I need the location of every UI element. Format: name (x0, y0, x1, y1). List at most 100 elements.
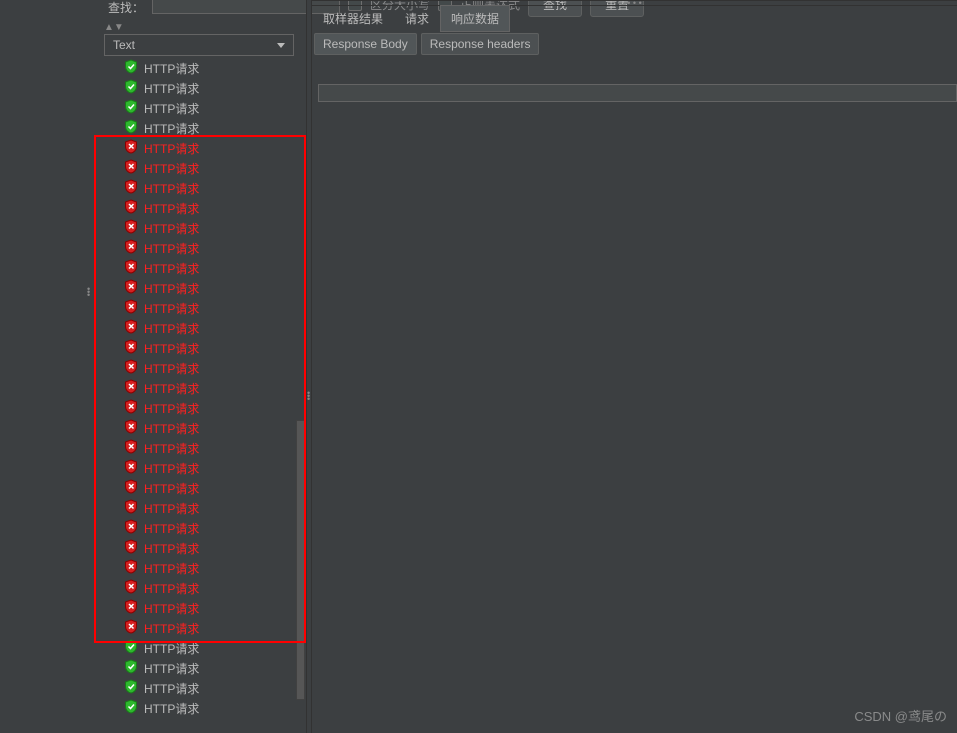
shield-error-icon (124, 619, 138, 637)
response-body-area[interactable] (318, 84, 957, 102)
tree-item-label: HTTP请求 (144, 400, 199, 417)
tree-item[interactable]: HTTP请求 (94, 698, 306, 718)
grip-handle-icon[interactable]: ••• (87, 288, 90, 297)
shield-error-icon (124, 139, 138, 157)
shield-ok-icon (124, 59, 138, 77)
shield-error-icon (124, 279, 138, 297)
watermark: CSDN @鸢尾の (854, 706, 947, 725)
tree-item[interactable]: HTTP请求 (94, 498, 306, 518)
tree-item[interactable]: HTTP请求 (94, 418, 306, 438)
shield-error-icon (124, 379, 138, 397)
shield-error-icon (124, 499, 138, 517)
tree-item[interactable]: HTTP请求 (94, 58, 306, 78)
shield-error-icon (124, 319, 138, 337)
shield-error-icon (124, 219, 138, 237)
tree-item[interactable]: HTTP请求 (94, 178, 306, 198)
tree-item[interactable]: HTTP请求 (94, 278, 306, 298)
tree-item-label: HTTP请求 (144, 540, 199, 557)
shield-error-icon (124, 199, 138, 217)
tree-item-label: HTTP请求 (144, 660, 199, 677)
tree-item[interactable]: HTTP请求 (94, 218, 306, 238)
tree-item-label: HTTP请求 (144, 620, 199, 637)
tree-item-label: HTTP请求 (144, 340, 199, 357)
tree-item[interactable]: HTTP请求 (94, 618, 306, 638)
tree-item-label: HTTP请求 (144, 600, 199, 617)
tree-item[interactable]: HTTP请求 (94, 578, 306, 598)
tree-item[interactable]: HTTP请求 (94, 318, 306, 338)
shield-error-icon (124, 179, 138, 197)
tree-item-label: HTTP请求 (144, 440, 199, 457)
tree-item[interactable]: HTTP请求 (94, 78, 306, 98)
tree-item-label: HTTP请求 (144, 700, 199, 717)
shield-error-icon (124, 599, 138, 617)
results-tree[interactable]: HTTP请求HTTP请求HTTP请求HTTP请求HTTP请求HTTP请求HTTP… (94, 58, 306, 733)
shield-ok-icon (124, 119, 138, 137)
subtab-response-headers[interactable]: Response headers (421, 33, 540, 55)
tree-item-label: HTTP请求 (144, 680, 199, 697)
shield-error-icon (124, 299, 138, 317)
sort-toggle[interactable]: ▲▼ (104, 22, 124, 33)
shield-error-icon (124, 479, 138, 497)
scrollbar-thumb[interactable] (296, 420, 305, 700)
shield-error-icon (124, 559, 138, 577)
shield-ok-icon (124, 699, 138, 717)
shield-ok-icon (124, 659, 138, 677)
tree-item-label: HTTP请求 (144, 520, 199, 537)
shield-error-icon (124, 339, 138, 357)
tree-item-label: HTTP请求 (144, 160, 199, 177)
shield-ok-icon (124, 679, 138, 697)
shield-ok-icon (124, 639, 138, 657)
tree-item[interactable]: HTTP请求 (94, 478, 306, 498)
tree-item-label: HTTP请求 (144, 60, 199, 77)
tree-item-label: HTTP请求 (144, 280, 199, 297)
tree-item-label: HTTP请求 (144, 260, 199, 277)
shield-error-icon (124, 239, 138, 257)
tree-scrollbar[interactable] (296, 420, 305, 730)
tree-item-label: HTTP请求 (144, 580, 199, 597)
tree-item[interactable]: HTTP请求 (94, 118, 306, 138)
shield-ok-icon (124, 79, 138, 97)
tree-item[interactable]: HTTP请求 (94, 438, 306, 458)
tree-item-label: HTTP请求 (144, 320, 199, 337)
tree-item[interactable]: HTTP请求 (94, 398, 306, 418)
tree-item-label: HTTP请求 (144, 460, 199, 477)
tree-item[interactable]: HTTP请求 (94, 238, 306, 258)
shield-error-icon (124, 399, 138, 417)
tree-item[interactable]: HTTP请求 (94, 538, 306, 558)
shield-error-icon (124, 359, 138, 377)
format-dropdown[interactable]: Text (104, 34, 294, 56)
tree-item[interactable]: HTTP请求 (94, 138, 306, 158)
tree-item[interactable]: HTTP请求 (94, 258, 306, 278)
tree-item[interactable]: HTTP请求 (94, 338, 306, 358)
tree-item[interactable]: HTTP请求 (94, 658, 306, 678)
tree-item-label: HTTP请求 (144, 140, 199, 157)
tree-item[interactable]: HTTP请求 (94, 638, 306, 658)
shield-error-icon (124, 519, 138, 537)
shield-error-icon (124, 419, 138, 437)
shield-error-icon (124, 579, 138, 597)
shield-error-icon (124, 539, 138, 557)
tree-item[interactable]: HTTP请求 (94, 558, 306, 578)
tab-response-data[interactable]: 响应数据 (440, 5, 510, 32)
tree-item[interactable]: HTTP请求 (94, 298, 306, 318)
tree-item[interactable]: HTTP请求 (94, 98, 306, 118)
shield-error-icon (124, 459, 138, 477)
tree-item[interactable]: HTTP请求 (94, 458, 306, 478)
tree-item[interactable]: HTTP请求 (94, 358, 306, 378)
tab-request[interactable]: 请求 (394, 5, 440, 32)
tree-item[interactable]: HTTP请求 (94, 378, 306, 398)
tree-item-label: HTTP请求 (144, 640, 199, 657)
grip-handle-icon[interactable]: ••• (307, 392, 310, 401)
tree-item-label: HTTP请求 (144, 200, 199, 217)
shield-error-icon (124, 159, 138, 177)
tree-item[interactable]: HTTP请求 (94, 158, 306, 178)
tab-sampler-result[interactable]: 取样器结果 (312, 5, 394, 32)
subtab-response-body[interactable]: Response Body (314, 33, 417, 55)
tree-item[interactable]: HTTP请求 (94, 678, 306, 698)
tree-item-label: HTTP请求 (144, 380, 199, 397)
tree-item-label: HTTP请求 (144, 560, 199, 577)
tree-item-label: HTTP请求 (144, 300, 199, 317)
tree-item[interactable]: HTTP请求 (94, 518, 306, 538)
tree-item[interactable]: HTTP请求 (94, 598, 306, 618)
tree-item[interactable]: HTTP请求 (94, 198, 306, 218)
